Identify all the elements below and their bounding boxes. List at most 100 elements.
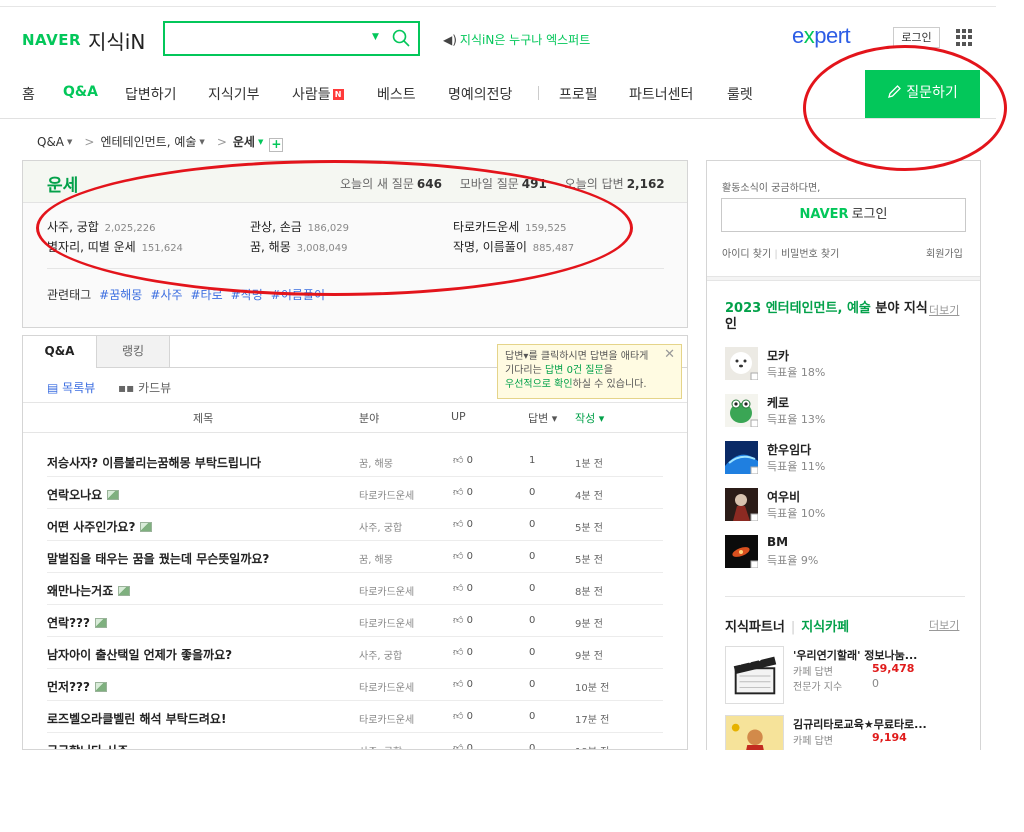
question-title[interactable]: 연락오나요 (47, 486, 120, 503)
question-category[interactable]: 사주, 궁합 (359, 647, 402, 662)
answer-count: 0 (529, 647, 536, 658)
table-row[interactable]: 연락??? 타로카드운세 👍︎ 0 0 9분 전 (47, 605, 663, 637)
table-row[interactable]: 로즈벨오라클벨린 해석 부탁드려요! 타로카드운세 👍︎ 0 0 17분 전 (47, 701, 663, 733)
ranking-title: 2023 엔터테인먼트, 예술 분야 지식인 (725, 301, 928, 332)
table-row[interactable]: 연락오나요 타로카드운세 👍︎ 0 0 4분 전 (47, 477, 663, 509)
table-row[interactable]: 어떤 사주인가요? 사주, 궁합 👍︎ 0 0 5분 전 (47, 509, 663, 541)
question-category[interactable]: 타로카드운세 (359, 679, 414, 694)
thumbs-up-icon: 👍︎ (453, 455, 464, 466)
question-category[interactable]: 꿈, 해몽 (359, 551, 393, 566)
upvote-button[interactable]: 👍︎ 0 (453, 710, 473, 722)
time-ago: 5분 전 (575, 555, 603, 566)
question-title[interactable]: 말벌집을 태우는 꿈을 꿨는데 무슨뜻일까요? (47, 550, 269, 567)
upvote-button[interactable]: 👍︎ 0 (453, 678, 473, 690)
tab-knowledge-partner[interactable]: 지식파트너 (725, 620, 785, 635)
time-ago: 4분 전 (575, 491, 603, 502)
table-row[interactable]: 왜만나는거죠 타로카드운세 👍︎ 0 0 8분 전 (47, 573, 663, 605)
find-account-links: 아이디 찾기 | 비밀번호 찾기 (722, 249, 840, 260)
annotation-circle (36, 160, 633, 296)
avatar (725, 394, 758, 427)
answer-count: 0 (529, 487, 536, 498)
table-row[interactable]: 말벌집을 태우는 꿈을 꿨는데 무슨뜻일까요? 꿈, 해몽 👍︎ 0 0 5분 전 (47, 541, 663, 573)
answer-count: 0 (529, 583, 536, 594)
upvote-button[interactable]: 👍︎ 0 (453, 582, 473, 594)
upvote-button[interactable]: 👍︎ 0 (453, 614, 473, 626)
time-ago: 8분 전 (575, 587, 603, 598)
image-icon (140, 522, 153, 532)
image-icon (118, 586, 131, 596)
upvote-button[interactable]: 👍︎ 0 (453, 646, 473, 658)
table-row[interactable]: 먼저??? 타로카드운세 👍︎ 0 0 10분 전 (47, 669, 663, 701)
image-icon (94, 618, 107, 628)
table-row[interactable]: 남자아이 출산택일 언제가 좋을까요? 사주, 궁합 👍︎ 0 0 9분 전 (47, 637, 663, 669)
answer-count: 0 (529, 711, 536, 722)
partner-more-link[interactable]: 더보기 (929, 617, 959, 633)
find-id-link[interactable]: 아이디 찾기 (722, 249, 771, 260)
image-icon (94, 682, 107, 692)
table-row[interactable]: 궁금합니다 사주 사주, 궁합 👍︎ 0 0 19분 전 (47, 733, 663, 749)
question-category[interactable]: 타로카드운세 (359, 583, 414, 598)
upvote-button[interactable]: 👍︎ 0 (453, 742, 473, 749)
time-ago: 9분 전 (575, 619, 603, 630)
signup-link[interactable]: 회원가입 (926, 245, 963, 260)
answer-count: 0 (529, 551, 536, 562)
ranker-item[interactable]: 모카 득표율 18% (725, 347, 955, 381)
question-category[interactable]: 타로카드운세 (359, 615, 414, 630)
question-title[interactable]: 로즈벨오라클벨린 해석 부탁드려요! (47, 710, 226, 727)
answer-count: 0 (529, 519, 536, 530)
partner-item[interactable]: 김규리타로교육★무료타로... 카페 답변 9,194 (725, 715, 965, 750)
question-category[interactable]: 꿈, 해몽 (359, 455, 393, 470)
upvote-button[interactable]: 👍︎ 0 (453, 486, 473, 498)
upvote-button[interactable]: 👍︎ 0 (453, 454, 473, 466)
question-title[interactable]: 저승사자? 이름불리는꿈해몽 부탁드립니다 (47, 454, 261, 471)
question-category[interactable]: 타로카드운세 (359, 487, 414, 502)
question-title[interactable]: 연락??? (47, 614, 107, 631)
upvote-button[interactable]: 👍︎ 0 (453, 550, 473, 562)
thumbs-up-icon: 👍︎ (453, 551, 464, 562)
thumbs-up-icon: 👍︎ (453, 615, 464, 626)
naver-login-button[interactable]: NAVER 로그인 (721, 198, 966, 232)
thumbs-up-icon: 👍︎ (453, 519, 464, 530)
question-title[interactable]: 궁금합니다 사주 (47, 742, 128, 749)
login-hint: 활동소식이 궁금하다면, (722, 183, 821, 194)
thumbs-up-icon: 👍︎ (453, 647, 464, 658)
avatar (725, 535, 758, 568)
time-ago: 9분 전 (575, 651, 603, 662)
time-ago: 17분 전 (575, 715, 610, 726)
time-ago: 1분 전 (575, 459, 603, 470)
ranker-item[interactable]: 여우비 득표율 10% (725, 488, 955, 522)
table-row[interactable]: 저승사자? 이름불리는꿈해몽 부탁드립니다 꿈, 해몽 👍︎ 0 1 1분 전 (47, 445, 663, 477)
upvote-button[interactable]: 👍︎ 0 (453, 518, 473, 530)
question-category[interactable]: 사주, 궁합 (359, 519, 402, 534)
thumbs-up-icon: 👍︎ (453, 583, 464, 594)
ranker-item[interactable]: 케로 득표율 13% (725, 394, 955, 428)
answer-count: 1 (529, 455, 536, 466)
time-ago: 10분 전 (575, 683, 610, 694)
question-title[interactable]: 어떤 사주인가요? (47, 518, 153, 535)
annotation-circle (803, 45, 1007, 171)
partner-item[interactable]: '우리연기할래' 정보나눔... 카페 답변 59,478 전문가 지수 0 (725, 646, 965, 706)
partner-thumbnail (725, 646, 784, 704)
time-ago: 19분 전 (575, 743, 609, 749)
divider (707, 276, 980, 281)
thumbs-up-icon: 👍︎ (453, 711, 464, 722)
avatar (725, 441, 758, 474)
thumbs-up-icon: 👍︎ (453, 679, 464, 690)
time-ago: 5분 전 (575, 523, 603, 534)
thumbs-up-icon: 👍︎ (453, 487, 464, 498)
find-password-link[interactable]: 비밀번호 찾기 (781, 249, 839, 260)
thumbs-up-icon: 👍︎ (453, 743, 464, 749)
question-category[interactable]: 타로카드운세 (359, 711, 414, 726)
question-title[interactable]: 왜만나는거죠 (47, 582, 131, 599)
partner-thumbnail (725, 715, 784, 750)
ranker-item[interactable]: 한우임다 득표율 11% (725, 441, 955, 475)
question-category[interactable]: 사주, 궁합 (359, 743, 402, 749)
question-title[interactable]: 먼저??? (47, 678, 107, 695)
tab-knowledge-cafe[interactable]: 지식카페 (801, 620, 849, 635)
question-title[interactable]: 남자아이 출산택일 언제가 좋을까요? (47, 646, 232, 663)
avatar (725, 347, 758, 380)
ranker-item[interactable]: BM 득표율 9% (725, 535, 955, 569)
partner-tabs: 지식파트너 | 지식카페 (725, 620, 850, 635)
answer-count: 0 (529, 743, 536, 749)
ranking-more-link[interactable]: 더보기 (929, 302, 959, 318)
